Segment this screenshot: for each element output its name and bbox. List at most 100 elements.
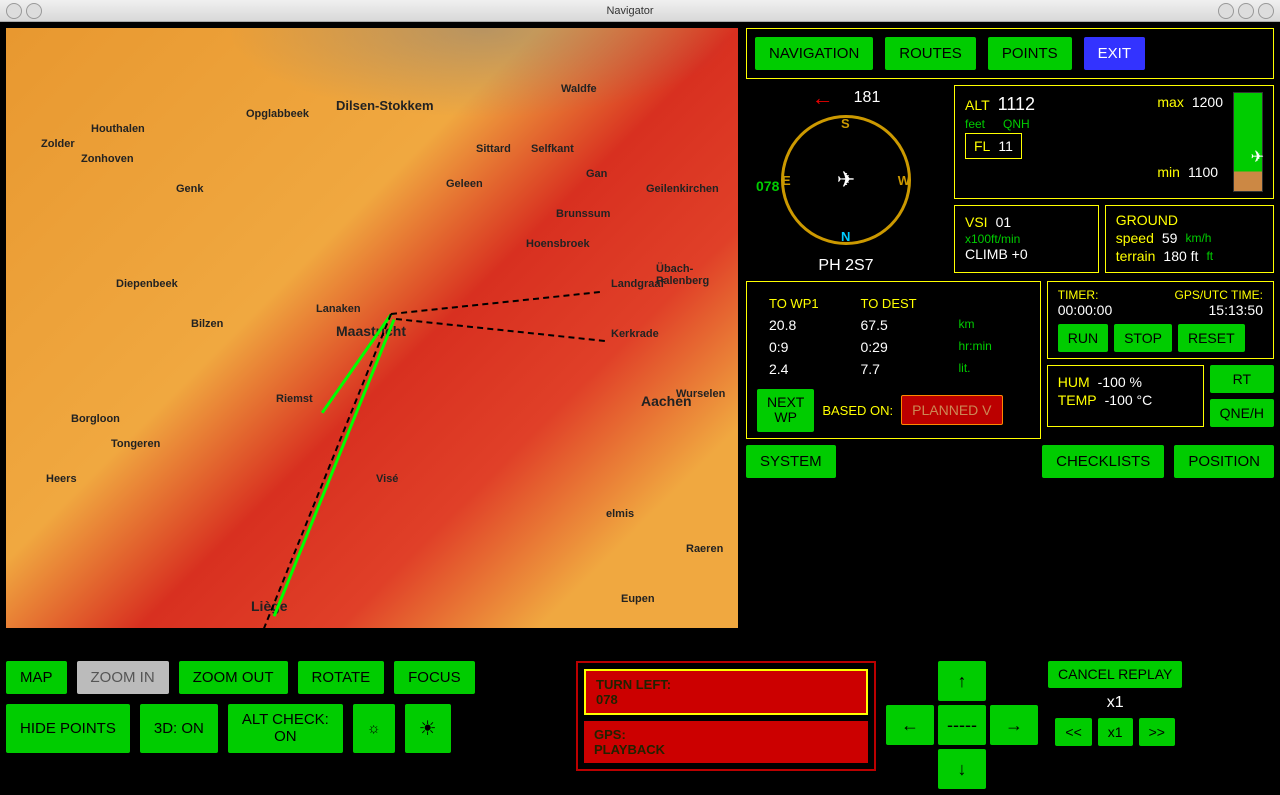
pan-down-button[interactable]: ↓ (938, 749, 986, 789)
window-button-icon[interactable] (1258, 3, 1274, 19)
replay-controls: CANCEL REPLAY x1 << x1 >> (1048, 661, 1182, 746)
city-label: Heers (46, 473, 77, 485)
altitude-value: 1112 (998, 94, 1035, 115)
gps-alert: GPS: PLAYBACK (584, 721, 868, 763)
environment-panel: HUM-100 % TEMP-100 °C (1047, 365, 1204, 427)
brightness-down-button[interactable]: ☼ (353, 704, 395, 753)
map-view[interactable]: Maastricht Liège Aachen Sittard Dilsen-S… (6, 28, 738, 628)
city-label: Dilsen-Stokkem (336, 98, 434, 113)
aircraft-icon: ✈ (1251, 147, 1264, 167)
turn-left-arrow-icon: ← (812, 85, 834, 111)
checklists-button[interactable]: CHECKLISTS (1042, 445, 1164, 478)
points-button[interactable]: POINTS (988, 37, 1072, 70)
pan-right-button[interactable]: → (990, 705, 1038, 745)
alert-panel: TURN LEFT: 078 GPS: PLAYBACK (576, 661, 876, 771)
run-button[interactable]: RUN (1058, 324, 1108, 352)
flight-level-box: FL 11 (965, 133, 1022, 159)
pan-left-button[interactable]: ← (886, 705, 934, 745)
city-label: Visé (376, 473, 398, 485)
pan-center-button[interactable]: ----- (938, 705, 986, 745)
cancel-replay-button[interactable]: CANCEL REPLAY (1048, 661, 1182, 688)
ground-panel: GROUND speed59km/h terrain180 ftft (1105, 205, 1274, 273)
system-button[interactable]: SYSTEM (746, 445, 836, 478)
city-label: Geilenkirchen (646, 183, 719, 195)
planned-v-button[interactable]: PLANNED V (901, 395, 1002, 425)
position-button[interactable]: POSITION (1174, 445, 1274, 478)
altitude-tape: ✈ (1233, 92, 1263, 192)
city-label: Zolder (41, 138, 75, 150)
compass-panel: ← 181 ✈ S N E W 078 PH 2S7 (746, 85, 946, 275)
rt-button[interactable]: RT (1210, 365, 1274, 393)
route-segment (273, 319, 396, 617)
hide-points-button[interactable]: HIDE POINTS (6, 704, 130, 753)
city-label: Wurselen (676, 388, 725, 400)
city-label: Zonhoven (81, 153, 134, 165)
pan-up-button[interactable]: ↑ (938, 661, 986, 701)
track-value: 078 (756, 178, 779, 194)
routes-button[interactable]: ROUTES (885, 37, 976, 70)
city-label: Geleen (446, 178, 483, 190)
city-label: Maastricht (336, 323, 406, 339)
city-label: Opglabbeek (246, 108, 309, 120)
minimize-window-icon[interactable] (26, 3, 42, 19)
qneh-button[interactable]: QNE/H (1210, 399, 1274, 427)
aircraft-icon: ✈ (837, 167, 855, 193)
map-button[interactable]: MAP (6, 661, 67, 694)
window-button-icon[interactable] (1218, 3, 1234, 19)
focus-button[interactable]: FOCUS (394, 661, 475, 694)
window-button-icon[interactable] (1238, 3, 1254, 19)
zoom-in-button[interactable]: ZOOM IN (77, 661, 169, 694)
city-label: Eupen (621, 593, 655, 605)
rewind-button[interactable]: << (1055, 718, 1091, 746)
city-label: Diepenbeek (116, 278, 178, 290)
timer-value: 00:00:00 (1058, 302, 1113, 318)
turn-alert: TURN LEFT: 078 (584, 669, 868, 715)
titlebar: Navigator (0, 0, 1280, 22)
city-label: Übach-Palenberg (656, 263, 738, 287)
city-label: Tongeren (111, 438, 160, 450)
play-speed-button[interactable]: x1 (1098, 718, 1133, 746)
vsi-panel: VSI 01 x100ft/min CLIMB +0 (954, 205, 1099, 273)
brightness-up-button[interactable]: ☀ (405, 704, 451, 753)
vsi-value: 01 (996, 214, 1012, 230)
stop-button[interactable]: STOP (1114, 324, 1172, 352)
pan-arrows: ↑ ← ----- → ↓ (886, 661, 1038, 789)
heading-value: 181 (854, 89, 881, 107)
ground-speed: 59 (1162, 230, 1178, 246)
city-label: Waldfe (561, 83, 597, 95)
rotate-button[interactable]: ROTATE (298, 661, 385, 694)
exit-button[interactable]: EXIT (1084, 37, 1145, 70)
city-label: elmis (606, 508, 634, 520)
route-segment (263, 314, 392, 628)
city-label: Raeren (686, 543, 723, 555)
timer-panel: TIMER:GPS/UTC TIME: 00:00:0015:13:50 RUN… (1047, 281, 1274, 359)
forward-button[interactable]: >> (1139, 718, 1175, 746)
zoom-out-button[interactable]: ZOOM OUT (179, 661, 288, 694)
reset-button[interactable]: RESET (1178, 324, 1245, 352)
next-wp-button[interactable]: NEXT WP (757, 389, 814, 432)
map-controls: MAP ZOOM IN ZOOM OUT ROTATE FOCUS HIDE P… (6, 661, 566, 753)
city-label: Kerkrade (611, 328, 659, 340)
3d-toggle-button[interactable]: 3D: ON (140, 704, 218, 753)
city-label: Riemst (276, 393, 313, 405)
gps-time-value: 15:13:50 (1209, 302, 1264, 318)
compass-rose: ✈ S N E W 078 (781, 115, 911, 245)
alt-check-button[interactable]: ALT CHECK: ON (228, 704, 343, 753)
city-label: Genk (176, 183, 204, 195)
callsign: PH 2S7 (818, 257, 873, 275)
top-nav: NAVIGATION ROUTES POINTS EXIT (746, 28, 1274, 79)
terrain-alt: 180 ft (1163, 248, 1198, 264)
navigation-button[interactable]: NAVIGATION (755, 37, 873, 70)
city-label: Borgloon (71, 413, 120, 425)
close-window-icon[interactable] (6, 3, 22, 19)
route-segment (396, 318, 605, 342)
city-label: Gan (586, 168, 607, 180)
waypoint-panel: TO WP1TO DEST 20.867.5km 0:90:29hr:min 2… (746, 281, 1041, 439)
altitude-panel: ALT 1112 feet QNH FL 11 max 1200 min 110… (954, 85, 1274, 199)
city-label: Hoensbroek (526, 238, 590, 250)
city-label: Selfkant (531, 143, 574, 155)
sun-icon: ☼ (367, 720, 381, 737)
city-label: Brunssum (556, 208, 610, 220)
replay-speed-label: x1 (1107, 694, 1124, 712)
city-label: Bilzen (191, 318, 223, 330)
